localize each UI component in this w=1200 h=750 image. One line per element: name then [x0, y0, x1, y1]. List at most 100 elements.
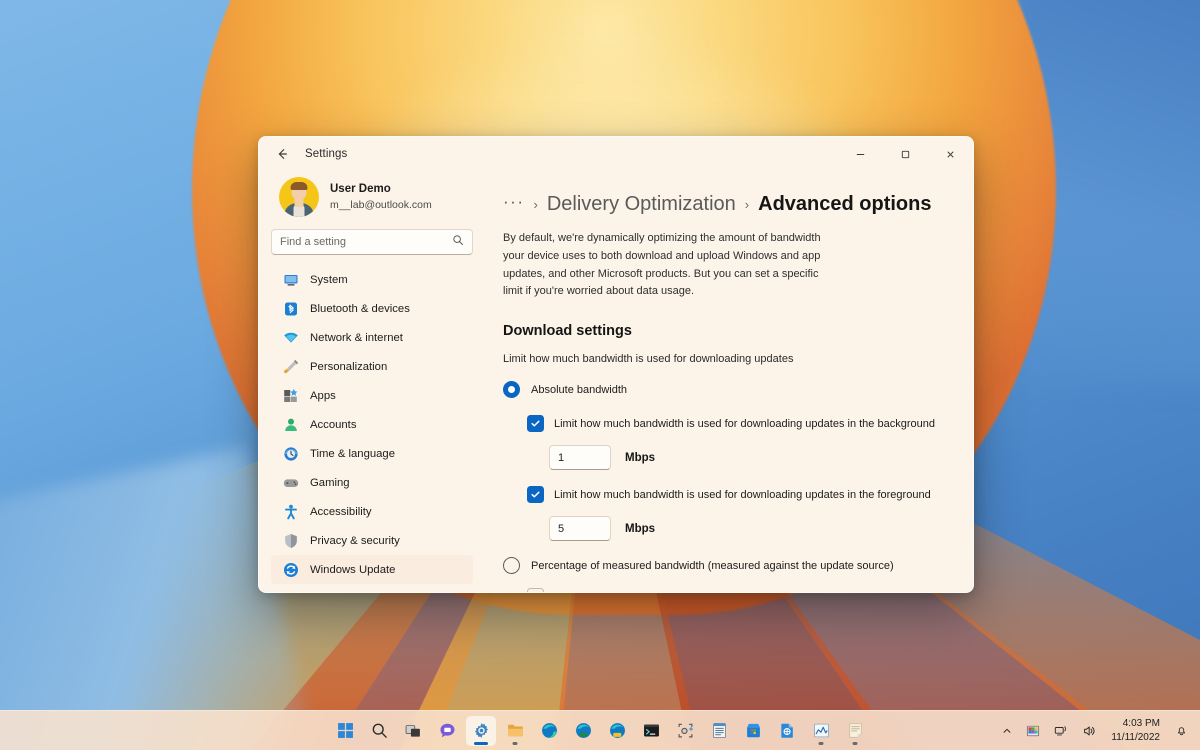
sidebar-item-time-language[interactable]: Time & language: [271, 439, 473, 468]
settings-button[interactable]: [466, 715, 496, 746]
search-box[interactable]: [271, 229, 473, 255]
minimize-button[interactable]: [838, 137, 883, 171]
apps-icon: [282, 387, 299, 404]
checkbox-percentage-background-limit: Limit how much bandwidth is used for dow…: [527, 588, 947, 592]
checkbox-percentage-background-limit-indicator: [527, 588, 544, 592]
sidebar-item-label: Privacy & security: [310, 534, 400, 547]
tray-chevron-icon[interactable]: [998, 717, 1016, 745]
terminal-button[interactable]: [636, 716, 666, 746]
charts-app-button[interactable]: [806, 716, 836, 746]
system-tray: 4:03 PM 11/11/2022: [998, 716, 1192, 746]
microsoft-store-button[interactable]: [738, 716, 768, 746]
window-title: Settings: [305, 148, 348, 160]
accessibility-icon: [282, 503, 299, 520]
checkbox-percentage-background-limit-label: Limit how much bandwidth is used for dow…: [554, 591, 935, 592]
close-button[interactable]: [928, 137, 973, 171]
edge-button[interactable]: [534, 716, 564, 746]
account-tile[interactable]: User Demo m__lab@outlook.com: [271, 171, 473, 227]
taskbar: 4:03 PM 11/11/2022: [0, 710, 1200, 750]
breadcrumb: ··· › Delivery Optimization › Advanced o…: [503, 193, 947, 216]
radio-absolute-bandwidth-indicator: [503, 381, 520, 399]
clock-globe-icon: [282, 445, 299, 462]
foreground-bandwidth-unit: Mbps: [625, 522, 656, 535]
tray-volume-icon[interactable]: [1078, 717, 1100, 745]
taskbar-clock[interactable]: 4:03 PM 11/11/2022: [1106, 716, 1165, 746]
foreground-bandwidth-field-row: Mbps: [527, 516, 947, 542]
shield-icon: [282, 532, 299, 549]
sidebar-item-label: System: [310, 273, 348, 286]
sticky-notes-button[interactable]: [840, 716, 870, 746]
back-button[interactable]: [269, 141, 295, 167]
tray-network-icon[interactable]: [1050, 717, 1072, 745]
sidebar-item-label: Time & language: [310, 447, 395, 460]
download-settings-heading: Download settings: [503, 323, 632, 340]
sidebar-item-windows-update[interactable]: Windows Update: [271, 555, 473, 584]
account-name: User Demo: [330, 183, 391, 196]
monitor-icon: [282, 271, 299, 288]
avatar: [279, 177, 319, 217]
word-button[interactable]: [772, 716, 802, 746]
sidebar-item-personalization[interactable]: Personalization: [271, 352, 473, 381]
snipping-tool-button[interactable]: [670, 716, 700, 746]
radio-percentage-bandwidth-label: Percentage of measured bandwidth (measur…: [531, 559, 894, 572]
clock-date: 11/11/2022: [1111, 731, 1160, 743]
sidebar-item-label: Windows Update: [310, 563, 396, 576]
checkbox-background-limit-label: Limit how much bandwidth is used for dow…: [554, 417, 935, 430]
download-settings-description: Limit how much bandwidth is used for dow…: [503, 353, 794, 366]
checkbox-foreground-limit[interactable]: Limit how much bandwidth is used for dow…: [527, 486, 947, 504]
sidebar-nav: System Bluetooth & devices Network & inter…: [271, 265, 473, 588]
chat-button[interactable]: [432, 716, 462, 746]
window-titlebar: Settings: [259, 137, 973, 171]
gamepad-icon: [282, 474, 299, 491]
settings-window: Settings User Demo m__lab@outlook.com Fi…: [258, 136, 974, 593]
sidebar-item-label: Personalization: [310, 360, 388, 373]
taskbar-items: [330, 715, 870, 746]
radio-absolute-bandwidth[interactable]: Absolute bandwidth: [503, 381, 947, 399]
checkbox-foreground-limit-label: Limit how much bandwidth is used for dow…: [554, 488, 931, 501]
radio-percentage-bandwidth-indicator: [503, 557, 520, 575]
sidebar-item-label: Accounts: [310, 418, 357, 431]
breadcrumb-delivery-optimization[interactable]: Delivery Optimization: [547, 193, 736, 216]
account-email: m__lab@outlook.com: [330, 198, 432, 211]
tray-color-icon[interactable]: [1022, 717, 1044, 745]
breadcrumb-overflow-button[interactable]: ···: [503, 193, 524, 216]
checkbox-background-limit[interactable]: Limit how much bandwidth is used for dow…: [527, 415, 947, 433]
wifi-icon: [282, 329, 299, 346]
checkbox-foreground-limit-indicator: [527, 486, 544, 504]
sidebar-item-label: Network & internet: [310, 331, 403, 344]
sidebar-item-label: Accessibility: [310, 505, 372, 518]
sidebar-item-system[interactable]: System: [271, 265, 473, 294]
sidebar-item-label: Bluetooth & devices: [310, 302, 410, 315]
main-content: ··· › Delivery Optimization › Advanced o…: [481, 171, 973, 592]
foreground-bandwidth-input[interactable]: [558, 522, 602, 535]
radio-percentage-bandwidth[interactable]: Percentage of measured bandwidth (measur…: [503, 557, 947, 575]
sidebar-item-bluetooth-devices[interactable]: Bluetooth & devices: [271, 294, 473, 323]
page-title: Advanced options: [758, 193, 932, 215]
bluetooth-icon: [282, 300, 299, 317]
sidebar-item-privacy-security[interactable]: Privacy & security: [271, 526, 473, 555]
edge-beta-button[interactable]: [568, 716, 598, 746]
sidebar-item-accounts[interactable]: Accounts: [271, 410, 473, 439]
intro-text: By default, we're dynamically optimizing…: [503, 232, 821, 298]
background-bandwidth-input[interactable]: [558, 451, 602, 464]
notepad-button[interactable]: [704, 716, 734, 746]
foreground-bandwidth-field[interactable]: [549, 516, 611, 542]
breadcrumb-separator-1: ›: [533, 197, 538, 212]
sidebar-item-apps[interactable]: Apps: [271, 381, 473, 410]
sidebar: User Demo m__lab@outlook.com System Bluet…: [259, 171, 481, 592]
sidebar-item-label: Apps: [310, 389, 336, 402]
file-explorer-button[interactable]: [500, 716, 530, 746]
task-view-button[interactable]: [398, 716, 428, 746]
edge-canary-button[interactable]: [602, 716, 632, 746]
search-input[interactable]: [280, 236, 452, 248]
clock-time: 4:03 PM: [1122, 718, 1160, 730]
window-controls: [838, 137, 973, 171]
sidebar-item-network-internet[interactable]: Network & internet: [271, 323, 473, 352]
maximize-button[interactable]: [883, 137, 928, 171]
sidebar-item-gaming[interactable]: Gaming: [271, 468, 473, 497]
search-button[interactable]: [364, 716, 394, 746]
background-bandwidth-field[interactable]: [549, 445, 611, 471]
sidebar-item-accessibility[interactable]: Accessibility: [271, 497, 473, 526]
notification-bell-icon[interactable]: [1171, 717, 1192, 745]
start-button[interactable]: [330, 716, 360, 746]
